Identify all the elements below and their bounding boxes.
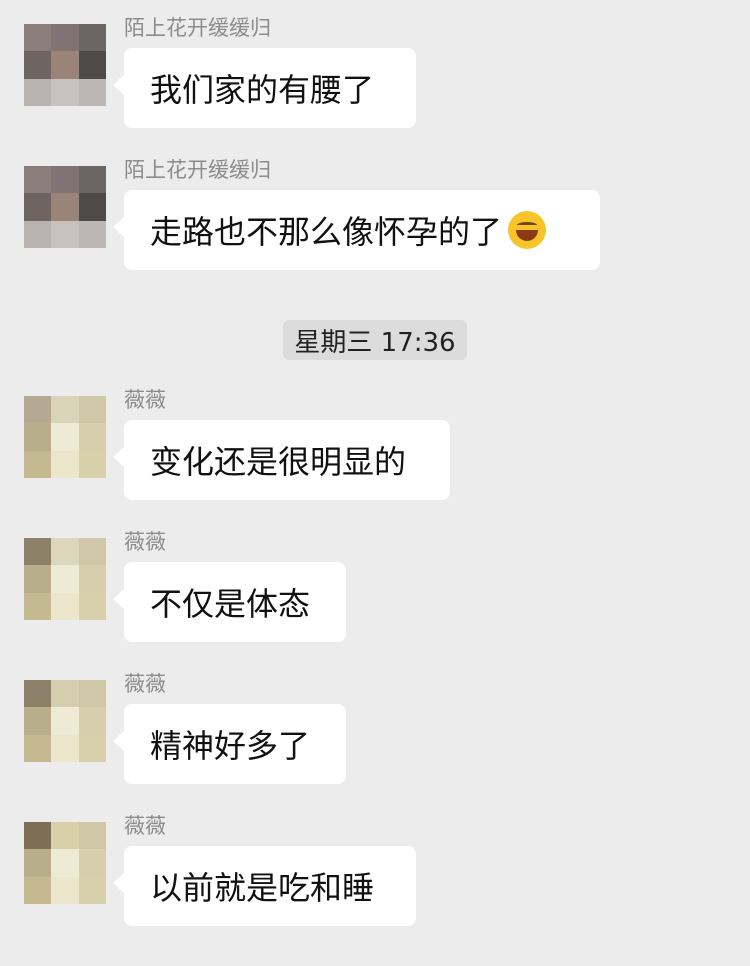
avatar[interactable] xyxy=(24,166,106,248)
avatar[interactable] xyxy=(24,538,106,620)
message-text: 变化还是很明显的 xyxy=(150,443,407,481)
sender-name: 薇薇 xyxy=(124,388,166,412)
message-bubble[interactable]: 走路也不那么像怀孕的了 xyxy=(113,190,600,270)
avatar[interactable] xyxy=(24,822,106,904)
message-text: 不仅是体态 xyxy=(150,585,311,623)
message-bubble[interactable]: 精神好多了 xyxy=(113,704,346,784)
sender-name: 陌上花开缓缓归 xyxy=(124,158,271,182)
avatar[interactable] xyxy=(24,24,106,106)
message-bubble[interactable]: 以前就是吃和睡 xyxy=(113,846,416,926)
avatar[interactable] xyxy=(24,396,106,478)
message-text: 走路也不那么像怀孕的了 xyxy=(150,213,503,251)
message-text: 我们家的有腰了 xyxy=(150,71,375,109)
sender-name: 薇薇 xyxy=(124,530,166,554)
laughing-tears-emoji-icon xyxy=(508,211,547,249)
message-text: 精神好多了 xyxy=(150,727,311,765)
chat-area[interactable]: 陌上花开缓缓归 我们家的有腰了 陌上花开缓缓归 走路也不那么像怀孕的了 星期三 … xyxy=(0,0,750,966)
message-bubble[interactable]: 我们家的有腰了 xyxy=(113,48,416,128)
sender-name: 薇薇 xyxy=(124,672,166,696)
message-bubble[interactable]: 不仅是体态 xyxy=(113,562,346,642)
sender-name: 陌上花开缓缓归 xyxy=(124,16,271,40)
message-text: 以前就是吃和睡 xyxy=(150,869,375,907)
sender-name: 薇薇 xyxy=(124,814,166,838)
avatar[interactable] xyxy=(24,680,106,762)
message-bubble[interactable]: 变化还是很明显的 xyxy=(113,420,450,500)
time-divider: 星期三 17:36 xyxy=(283,320,467,360)
